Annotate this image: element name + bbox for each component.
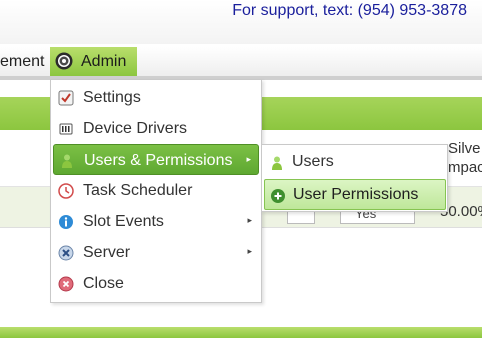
menu-item-task-scheduler[interactable]: Task Scheduler bbox=[51, 175, 261, 206]
menu-item-label: Slot Events bbox=[83, 213, 164, 230]
nav-admin-button[interactable]: Admin bbox=[50, 47, 137, 76]
server-icon bbox=[58, 245, 74, 261]
menu-item-label: Task Scheduler bbox=[83, 182, 193, 199]
menu-item-label: Server bbox=[83, 244, 131, 261]
close-icon bbox=[58, 276, 74, 292]
column-header-line2: mpac bbox=[448, 159, 482, 176]
menu-item-label: Close bbox=[83, 275, 124, 292]
footer-band bbox=[0, 327, 482, 338]
gear-icon bbox=[55, 52, 73, 70]
column-header-partial: Silve mpac bbox=[448, 139, 482, 177]
submenu-item-label: Users bbox=[292, 153, 334, 170]
menu-item-label: Users & Permissions bbox=[84, 152, 233, 169]
submenu-arrow-icon: ▸ bbox=[247, 246, 252, 256]
nav-item-management[interactable]: ement bbox=[0, 53, 44, 71]
submenu-item-user-permissions[interactable]: User Permissions bbox=[264, 179, 446, 210]
menu-item-slot-events[interactable]: Slot Events ▸ bbox=[51, 206, 261, 237]
main-nav-bar: ement Admin bbox=[0, 47, 482, 80]
menu-item-server[interactable]: Server ▸ bbox=[51, 237, 261, 268]
menu-item-label: Device Drivers bbox=[83, 120, 188, 137]
menu-item-users-permissions[interactable]: Users & Permissions ▸ bbox=[53, 144, 259, 175]
menu-item-close[interactable]: Close bbox=[51, 268, 261, 299]
submenu-item-label: User Permissions bbox=[293, 186, 419, 203]
menu-item-device-drivers[interactable]: Device Drivers bbox=[51, 113, 261, 144]
menu-item-label: Settings bbox=[83, 89, 141, 106]
submenu-item-users[interactable]: Users bbox=[262, 147, 447, 178]
user-icon bbox=[272, 156, 282, 170]
submenu-arrow-icon: ▸ bbox=[247, 215, 252, 225]
device-driver-icon bbox=[59, 123, 73, 135]
users-permissions-submenu: Users User Permissions bbox=[261, 144, 448, 212]
info-icon bbox=[59, 215, 73, 229]
admin-dropdown-menu: Settings Device Drivers Users & Permissi… bbox=[50, 79, 262, 303]
menu-item-settings[interactable]: Settings bbox=[51, 82, 261, 113]
nav-admin-label: Admin bbox=[81, 53, 127, 70]
settings-checkbox-icon bbox=[58, 90, 74, 106]
submenu-arrow-icon: ▸ bbox=[246, 154, 251, 164]
clock-icon bbox=[58, 183, 74, 199]
column-header-line1: Silve bbox=[448, 140, 481, 157]
user-icon bbox=[62, 154, 72, 168]
add-icon bbox=[271, 189, 285, 203]
support-text: For support, text: (954) 953-3878 bbox=[232, 2, 467, 19]
top-header: For support, text: (954) 953-3878 bbox=[0, 0, 482, 44]
